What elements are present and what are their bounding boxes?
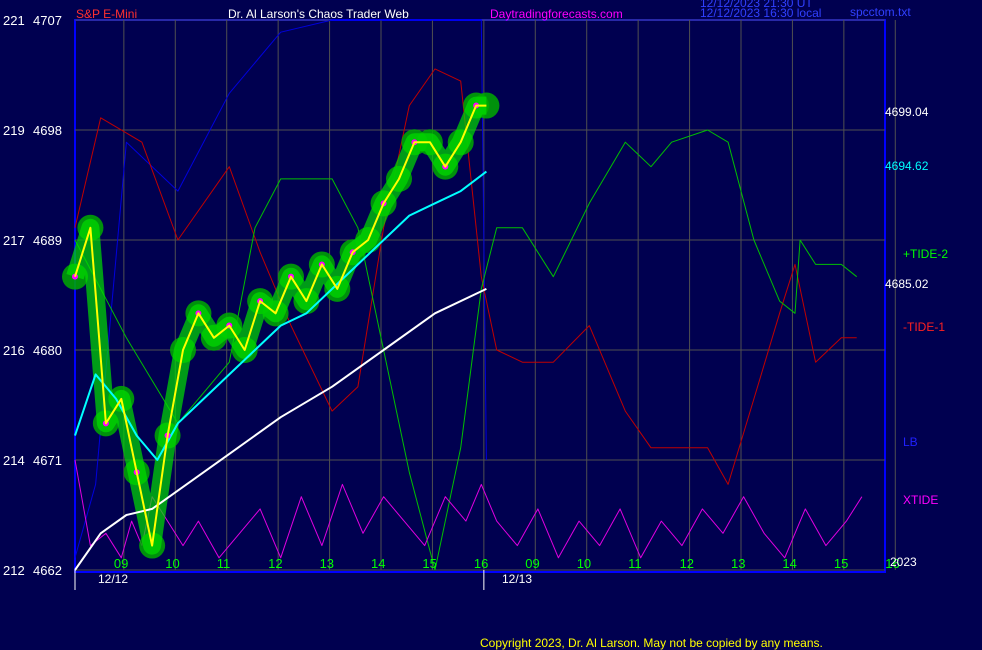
date-label-2: 12/13: [502, 572, 532, 586]
copyright-text: Copyright 2023, Dr. Al Larson. May not b…: [480, 636, 823, 650]
y-tick-aux: 214: [3, 453, 25, 468]
y-tick-aux: 216: [3, 343, 25, 358]
x-tick-label: 12: [680, 556, 694, 571]
tide2-label: +TIDE-2: [903, 247, 948, 261]
x-tick-label: 11: [628, 556, 642, 571]
x-tick-label: 14: [782, 556, 796, 571]
x-tick-label: 13: [731, 556, 745, 571]
symbol-label: S&P E-Mini: [76, 7, 137, 21]
tide1-label: -TIDE-1: [903, 320, 945, 334]
y-tick-price: 4689: [33, 233, 62, 248]
y-tick-price: 4662: [33, 563, 62, 578]
y-tick-aux: 217: [3, 233, 25, 248]
cyan-value-label: 4694.62: [885, 159, 929, 173]
lb-label: LB: [903, 435, 918, 449]
y-tick-price: 4671: [33, 453, 62, 468]
x-tick-label: 15: [834, 556, 848, 571]
x-tick-label: 10: [165, 556, 179, 571]
file-name: spcctom.txt: [850, 5, 911, 19]
chart-title: Dr. Al Larson's Chaos Trader Web: [228, 7, 409, 21]
last-price-label: 4699.04: [885, 105, 929, 119]
x-tick-label: 10: [577, 556, 591, 571]
y-tick-aux: 219: [3, 123, 25, 138]
x-tick-label: 11: [217, 556, 231, 571]
x-tick-label: 16: [474, 556, 488, 571]
x-tick-label: 15: [422, 556, 436, 571]
x-tick-label: 13: [320, 556, 334, 571]
x-tick-label: 14: [371, 556, 385, 571]
y-tick-price: 4698: [33, 123, 62, 138]
site-link[interactable]: Daytradingforecasts.com: [490, 7, 623, 21]
xtide-label: XTIDE: [903, 493, 938, 507]
x-tick-label: 09: [525, 556, 539, 571]
chaos-trader-chart: 212 4662 214 4671 216 4680 217 4689 219 4698 221 47…: [0, 0, 982, 650]
timestamp-local: 12/12/2023 16:30 local: [700, 6, 821, 20]
x-tick-label: 12: [268, 556, 282, 571]
x-tick-label: 09: [114, 556, 128, 571]
y-tick-price: 4707: [33, 13, 62, 28]
y-tick-price: 4680: [33, 343, 62, 358]
white-value-label: 4685.02: [885, 277, 929, 291]
y-tick-aux: 212: [3, 563, 25, 578]
date-label-1: 12/12: [98, 572, 128, 586]
year-label: 2023: [890, 555, 917, 569]
y-tick-aux: 221: [3, 13, 25, 28]
